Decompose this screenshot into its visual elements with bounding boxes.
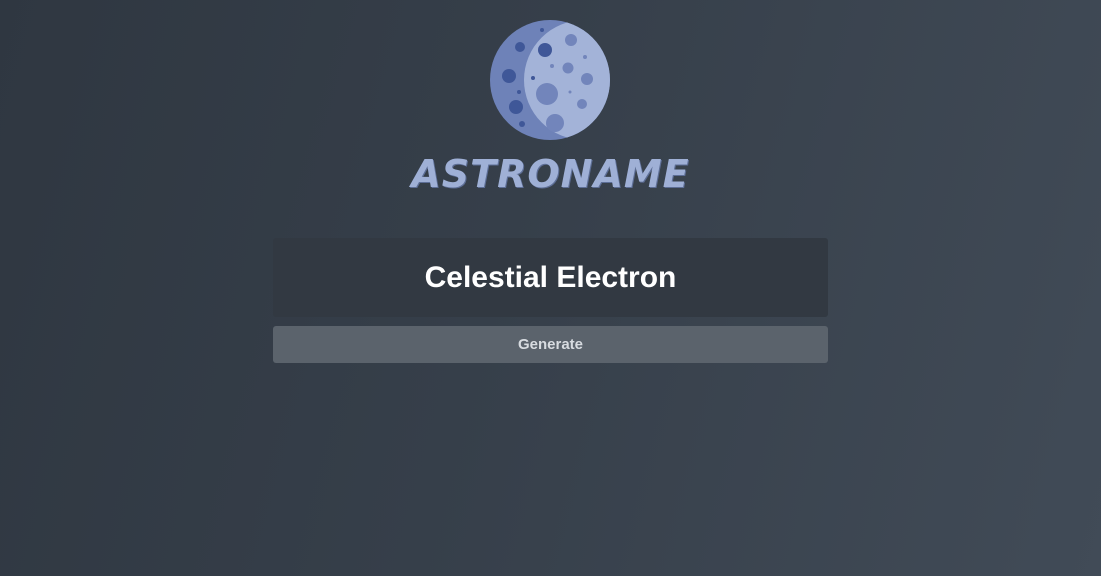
generated-name-display: Celestial Electron	[273, 238, 828, 317]
app-container: ASTRONAME Celestial Electron Generate	[0, 0, 1101, 576]
app-title: ASTRONAME	[411, 152, 690, 196]
generated-name: Celestial Electron	[424, 260, 677, 294]
moon-icon	[489, 19, 611, 141]
generate-button[interactable]: Generate	[273, 326, 828, 363]
